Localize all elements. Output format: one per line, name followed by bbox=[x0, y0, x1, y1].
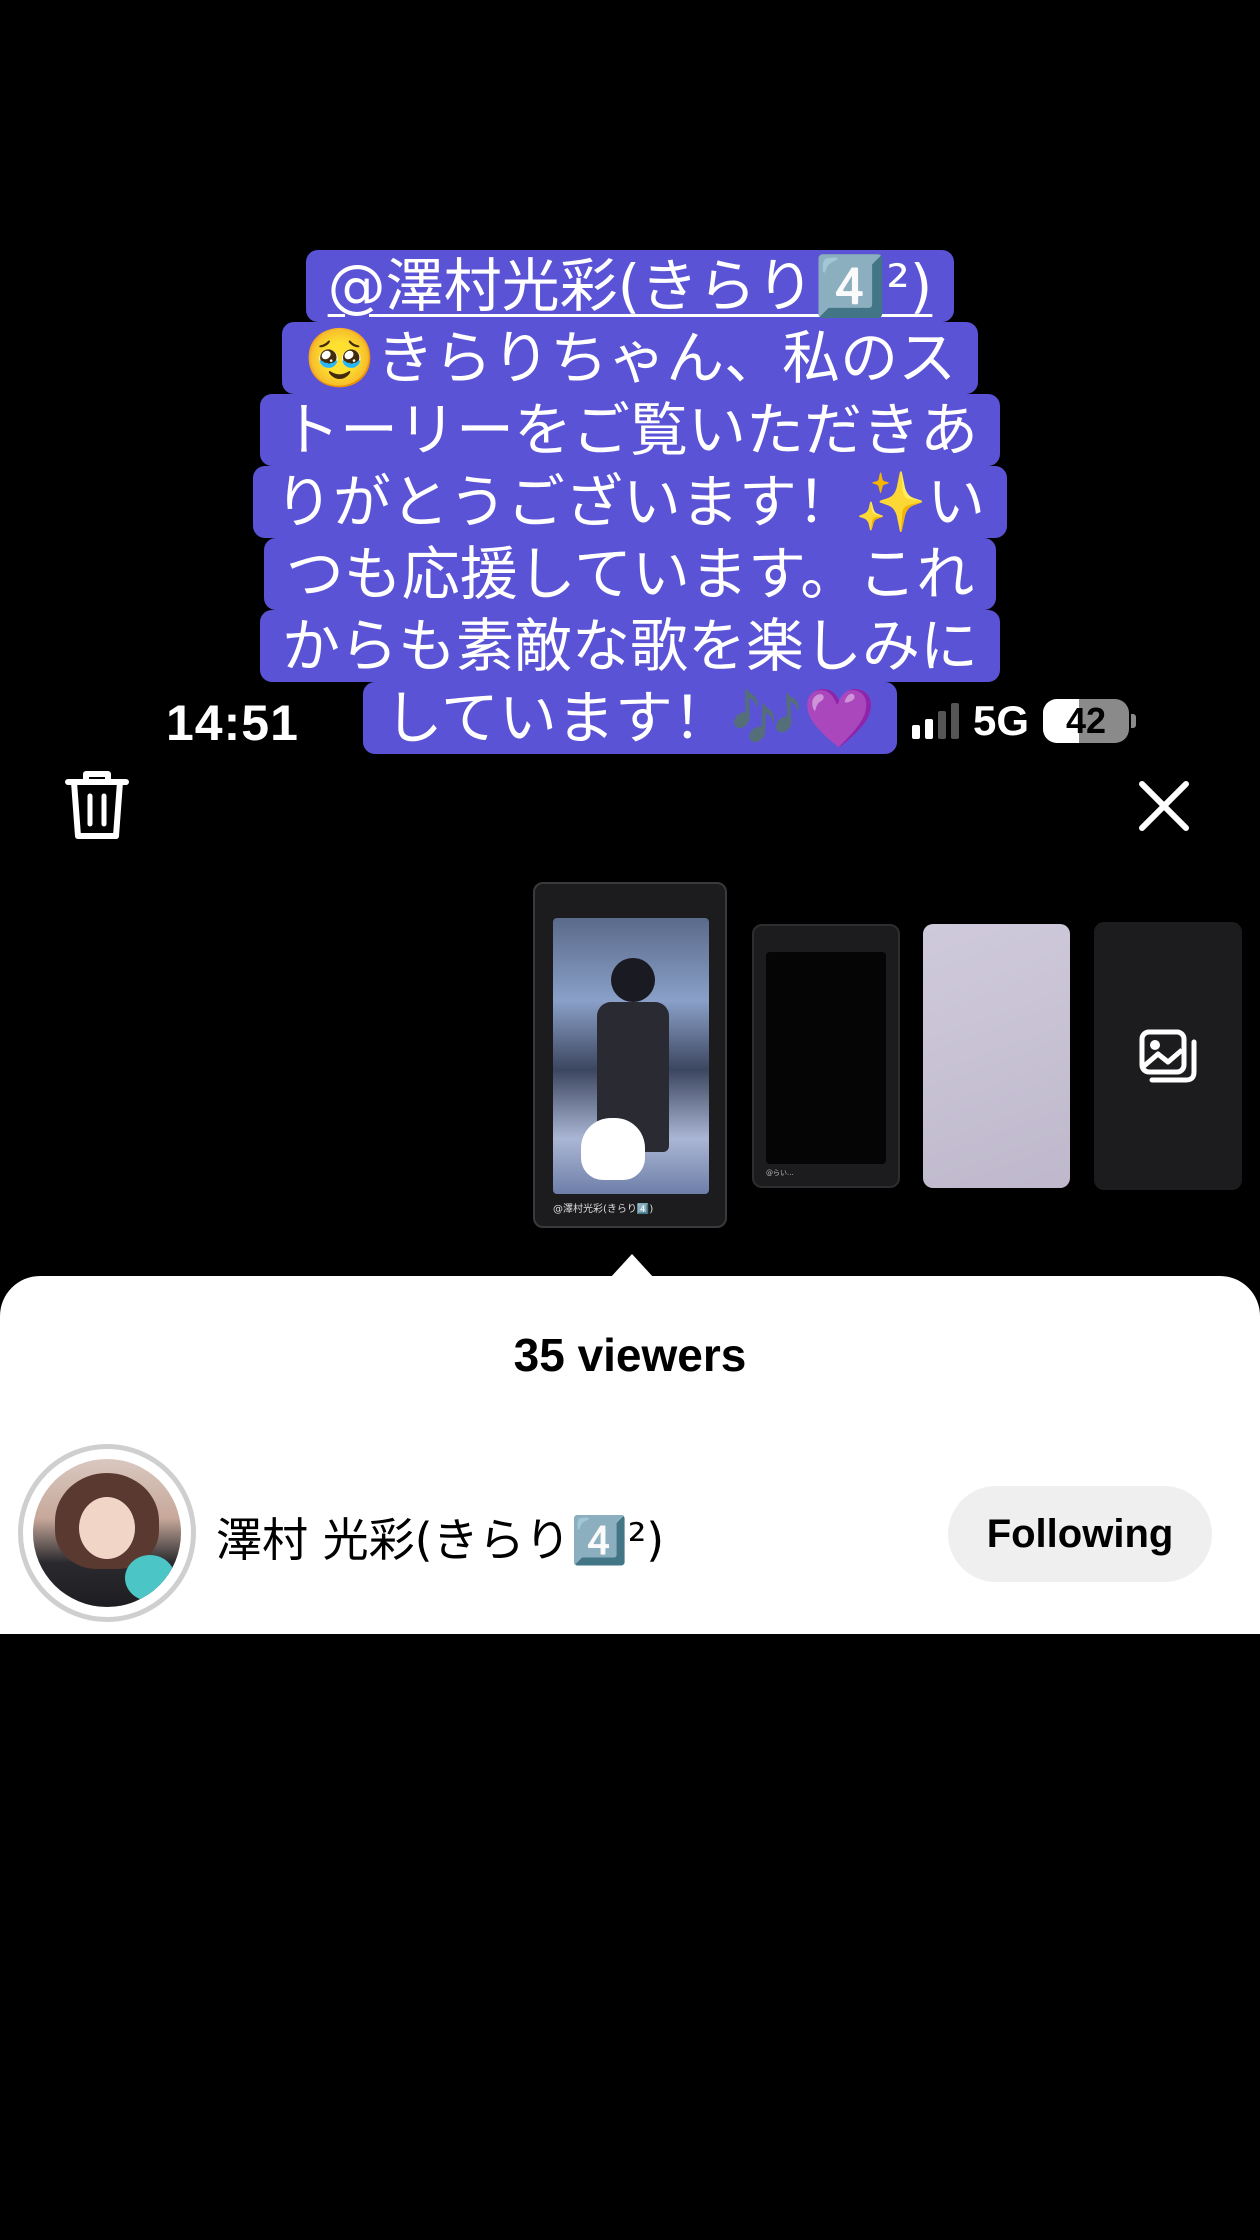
caption-line: つも応援しています。これ bbox=[263, 538, 997, 610]
sheet-pointer bbox=[610, 1254, 654, 1278]
avatar bbox=[33, 1459, 181, 1607]
battery-icon: 42 bbox=[1043, 699, 1137, 743]
story-thumbnail[interactable]: @らい... bbox=[752, 924, 900, 1188]
add-media-button[interactable] bbox=[1094, 922, 1242, 1190]
viewer-name[interactable]: 澤村 光彩(きらり4️⃣²) bbox=[216, 1504, 664, 1570]
close-icon bbox=[1139, 781, 1189, 831]
caption-mention-line[interactable]: @澤村光彩(きらり4️⃣²) bbox=[305, 250, 955, 322]
caption-line: しています！🎶💜 bbox=[362, 682, 898, 754]
caption-line: からも素敵な歌を楽しみに bbox=[259, 610, 1000, 682]
viewers-count-title: 35 viewers bbox=[513, 1329, 747, 1381]
battery-level: 42 bbox=[1066, 700, 1107, 741]
add-media-icon bbox=[1139, 1029, 1197, 1083]
story-thumbnail[interactable] bbox=[923, 924, 1070, 1188]
story-caption[interactable]: @澤村光彩(きらり4️⃣²) 🥹きらりちゃん、私のス トーリーをご覧いただきあ … bbox=[226, 250, 1034, 754]
trash-icon bbox=[65, 771, 129, 839]
delete-button[interactable] bbox=[62, 768, 132, 842]
caption-line: りがとうございます！✨い bbox=[252, 466, 1008, 538]
ghost-cat-sticker bbox=[581, 1118, 645, 1180]
story-preview-image bbox=[553, 918, 709, 1194]
following-button[interactable]: Following bbox=[948, 1486, 1212, 1582]
viewer-avatar[interactable] bbox=[18, 1444, 196, 1622]
thumbnail-label: @らい... bbox=[766, 1169, 794, 1177]
caption-line: 🥹きらりちゃん、私のス bbox=[281, 322, 979, 394]
story-thumbnail-selected[interactable]: @澤村光彩(きらり4️⃣) bbox=[533, 882, 727, 1228]
mention-link[interactable]: @澤村光彩(きらり4️⃣²) bbox=[328, 252, 933, 320]
viewers-sheet: 35 viewers 澤村 光彩(きらり4️⃣²) Following bbox=[0, 1276, 1260, 1634]
thumbnail-label: @澤村光彩(きらり4️⃣) bbox=[553, 1204, 654, 1215]
caption-line: トーリーをご覧いただきあ bbox=[259, 394, 1000, 466]
close-button[interactable] bbox=[1136, 778, 1192, 834]
